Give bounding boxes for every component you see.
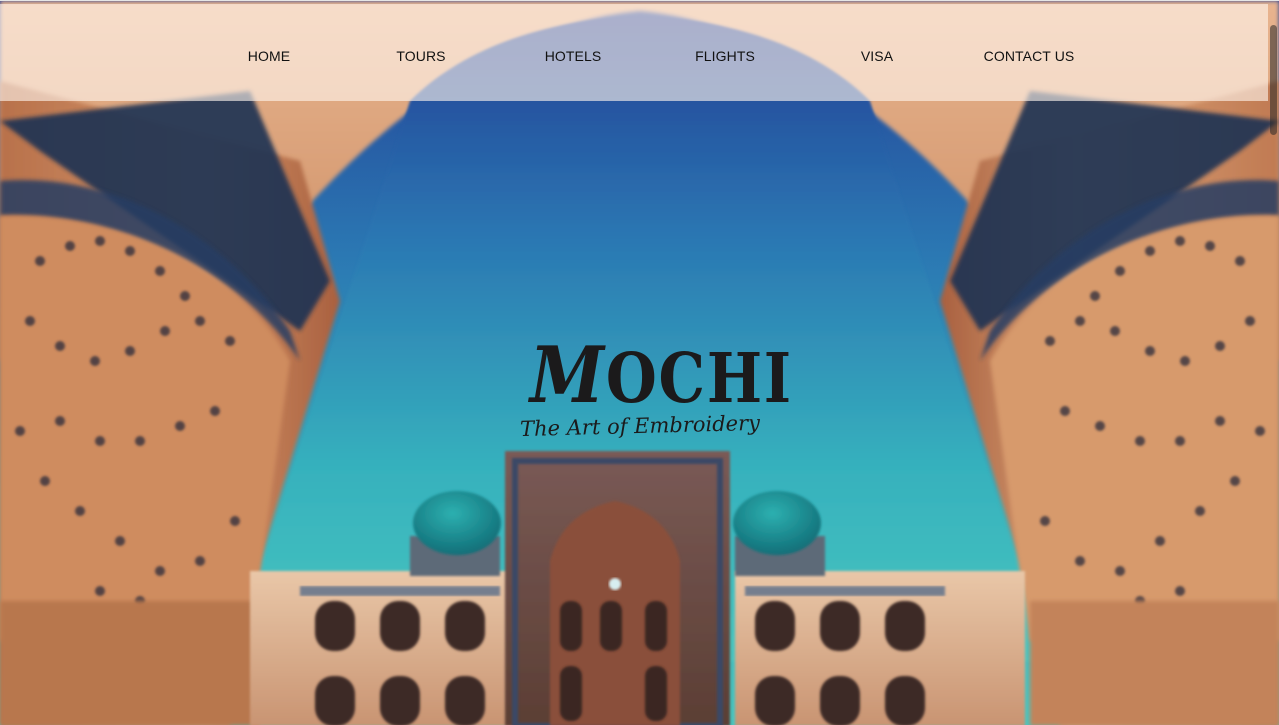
logo-initial: M — [529, 330, 606, 421]
logo-title-rest: OCHI — [605, 339, 793, 419]
scrollbar-thumb[interactable] — [1270, 25, 1277, 135]
nav-link-contact-us[interactable]: CONTACT US — [984, 48, 1075, 64]
page-scrollbar[interactable] — [1268, 1, 1279, 725]
nav-link-hotels[interactable]: HOTELS — [545, 48, 602, 64]
nav-link-home[interactable]: HOME — [248, 48, 290, 64]
nav-link-tours[interactable]: TOURS — [396, 48, 445, 64]
page-viewport: HOME TOURS HOTELS FLIGHTS VISA CONTACT U… — [0, 0, 1279, 725]
main-navigation: HOME TOURS HOTELS FLIGHTS VISA CONTACT U… — [0, 4, 1268, 101]
nav-link-visa[interactable]: VISA — [861, 48, 893, 64]
logo-wordmark: MOCHI — [530, 336, 791, 420]
mochi-logo: MOCHI The Art of Embroidery — [512, 336, 791, 454]
nav-link-flights[interactable]: FLIGHTS — [695, 48, 755, 64]
